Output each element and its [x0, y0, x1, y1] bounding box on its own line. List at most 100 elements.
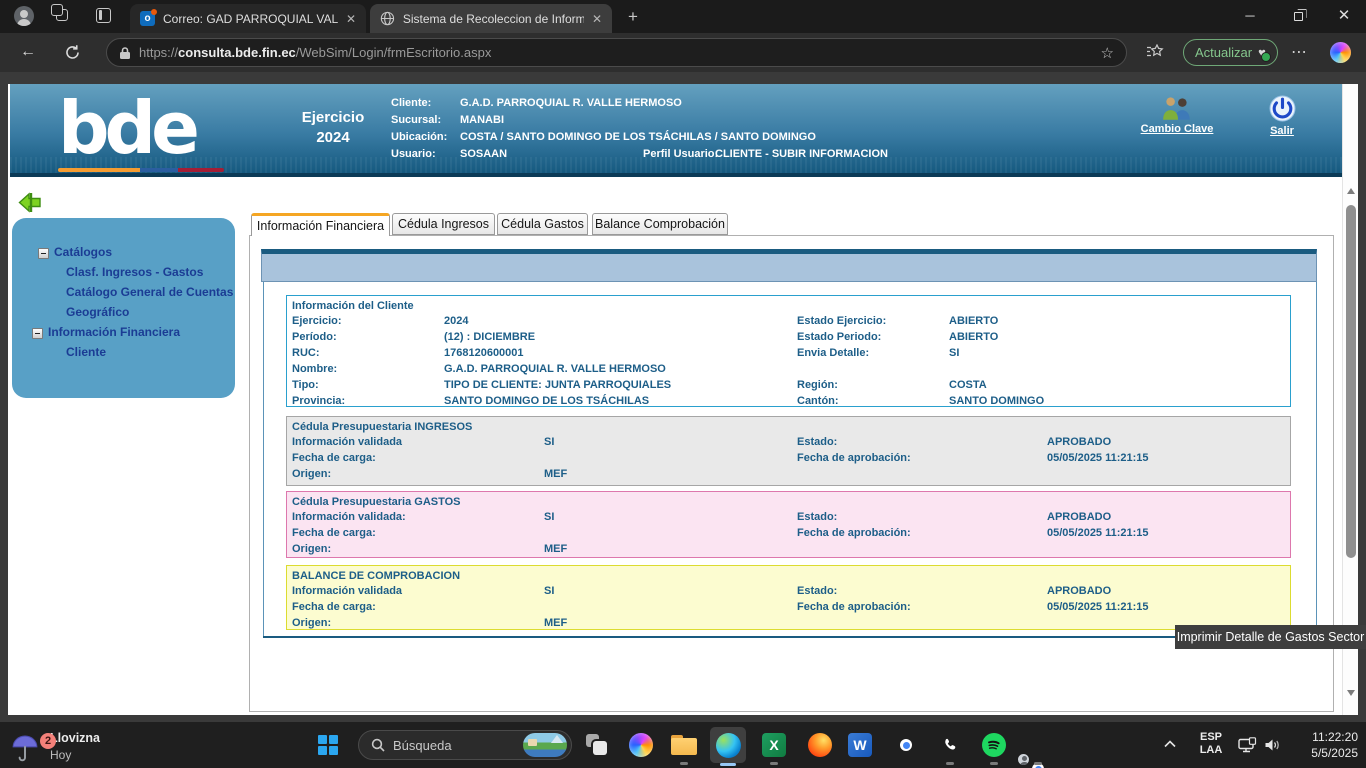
- start-button[interactable]: [318, 735, 338, 755]
- tab-correo[interactable]: o Correo: GAD PARROQUIAL VALLE ✕: [130, 4, 366, 33]
- page-scrollbar[interactable]: [1342, 84, 1358, 715]
- address-bar[interactable]: https://consulta.bde.fin.ec/WebSim/Login…: [106, 38, 1127, 67]
- toolbar-bar: [261, 249, 1317, 282]
- tab-title: Correo: GAD PARROQUIAL VALLE: [163, 12, 338, 26]
- word-button[interactable]: W: [848, 733, 872, 757]
- field-label: Tipo:: [292, 377, 444, 393]
- collapse-menu-icon[interactable]: [18, 192, 42, 213]
- field-label: Origen:: [292, 615, 544, 631]
- copilot-icon[interactable]: [1330, 42, 1351, 63]
- weather-widget[interactable]: 2 Llovizna Hoy: [12, 726, 152, 766]
- workspaces-icon[interactable]: [56, 9, 68, 21]
- weather-condition: Llovizna: [50, 731, 100, 745]
- restore-button[interactable]: [1276, 0, 1320, 32]
- edge-icon: [716, 733, 741, 758]
- field-label: [797, 466, 1047, 482]
- language-indicator[interactable]: ESP LAA: [1194, 731, 1228, 757]
- spotify-waves-icon: [982, 733, 1006, 757]
- app-indicator: [990, 762, 998, 765]
- field-label: Información validada: [292, 434, 544, 450]
- logout-link[interactable]: Salir: [1252, 95, 1312, 137]
- scroll-up-icon[interactable]: [1347, 188, 1355, 194]
- tab-balance-comprobacion[interactable]: Balance Comprobación: [592, 213, 728, 235]
- browser-profile-avatar[interactable]: [14, 6, 34, 26]
- scrollbar-thumb[interactable]: [1346, 205, 1356, 558]
- search-highlight-image[interactable]: [523, 733, 567, 757]
- field-value: [1047, 466, 1290, 482]
- edge-active-indicator: [720, 763, 736, 766]
- minimize-button[interactable]: ─: [1228, 0, 1272, 32]
- copilot-taskbar-icon[interactable]: [629, 733, 653, 757]
- field-label: Región:: [797, 377, 949, 393]
- power-icon: [1269, 95, 1296, 122]
- tray-clock[interactable]: 11:22:20 5/5/2025: [1293, 729, 1358, 761]
- field-value: 05/05/2025 11:21:15: [1047, 599, 1290, 615]
- app-indicator: [770, 762, 778, 765]
- field-label: Nombre:: [292, 361, 444, 377]
- edge-browser-button-active[interactable]: [710, 727, 746, 763]
- sidebar-item-catalogos[interactable]: Catálogos: [54, 245, 112, 259]
- web-page: bde Ejercicio2024 Cliente:G.A.D. PARROQU…: [8, 84, 1358, 715]
- spotify-button[interactable]: [982, 733, 1006, 757]
- section-grid: Información validadaSIEstado:APROBADO Fe…: [287, 583, 1290, 631]
- browser-menu-icon[interactable]: ⋯: [1291, 42, 1308, 62]
- favorite-star-icon[interactable]: ☆: [1101, 44, 1114, 62]
- field-value: SI: [544, 509, 797, 525]
- field-value: 05/05/2025 11:21:15: [1047, 525, 1290, 541]
- tray-chevron-icon[interactable]: [1164, 740, 1176, 748]
- collapse-node-icon[interactable]: [38, 248, 49, 259]
- new-tab-button[interactable]: +: [622, 6, 644, 28]
- lang-line2: LAA: [1200, 744, 1223, 756]
- refresh-icon[interactable]: [64, 44, 81, 61]
- change-password-label[interactable]: Cambio Clave: [1132, 123, 1222, 135]
- field-label: Cantón:: [797, 393, 949, 409]
- field-label: Provincia:: [292, 393, 444, 409]
- field-value: APROBADO: [1047, 583, 1290, 599]
- field-label: Fecha de aprobación:: [797, 599, 1047, 615]
- firefox-button[interactable]: [808, 733, 832, 757]
- tab-actions-icon[interactable]: [96, 8, 111, 23]
- panel-border-right: [1316, 282, 1317, 638]
- tab-cedula-gastos[interactable]: Cédula Gastos: [497, 213, 588, 235]
- back-icon[interactable]: ←: [20, 43, 36, 61]
- field-label: Estado:: [797, 509, 1047, 525]
- tab-sistema-active[interactable]: Sistema de Recoleccion de Inform ✕: [370, 4, 612, 33]
- network-icon[interactable]: [1238, 737, 1257, 753]
- header-branch-row: Sucursal:MANABI: [391, 114, 504, 126]
- tab-cedula-ingresos[interactable]: Cédula Ingresos: [392, 213, 495, 235]
- field-label: Estado:: [797, 434, 1047, 450]
- actualizar-label: Actualizar: [1195, 45, 1252, 60]
- weather-alert-badge: 2: [40, 733, 56, 749]
- field-value: TIPO DE CLIENTE: JUNTA PARROQUIALES: [444, 377, 797, 393]
- field-label: RUC:: [292, 345, 444, 361]
- app-indicator: [680, 762, 688, 765]
- tab-informacion-financiera[interactable]: Información Financiera: [251, 213, 390, 236]
- excel-button[interactable]: X: [762, 733, 786, 757]
- tab-close-icon[interactable]: ✕: [346, 13, 356, 25]
- field-value: ABIERTO: [949, 313, 1290, 329]
- lang-line1: ESP: [1200, 731, 1222, 743]
- change-password-link[interactable]: Cambio Clave: [1132, 96, 1222, 135]
- favorites-bar-icon[interactable]: [1146, 44, 1164, 60]
- close-button[interactable]: ✕: [1322, 0, 1366, 32]
- sidebar-item-cliente[interactable]: Cliente: [66, 345, 106, 359]
- search-icon: [371, 738, 385, 752]
- sidebar-item-geografico[interactable]: Geográfico: [66, 305, 129, 319]
- scroll-down-icon[interactable]: [1347, 690, 1355, 696]
- taskbar-search[interactable]: Búsqueda: [358, 730, 572, 760]
- logout-label[interactable]: Salir: [1252, 125, 1312, 137]
- section-title: Cédula Presupuestaria GASTOS: [287, 492, 1290, 509]
- collapse-node-icon[interactable]: [32, 328, 43, 339]
- actualizar-button[interactable]: Actualizar ♥: [1183, 39, 1278, 66]
- sidebar-item-clasf-ingresos-gastos[interactable]: Clasf. Ingresos - Gastos: [66, 265, 203, 279]
- field-value: MEF: [544, 615, 797, 631]
- sidebar-item-catalogo-general-cuentas[interactable]: Catálogo General de Cuentas: [66, 285, 233, 299]
- tray-time: 11:22:20: [1312, 730, 1358, 744]
- field-value: 2024: [444, 313, 797, 329]
- tab-title: Sistema de Recoleccion de Inform: [403, 12, 584, 26]
- sidebar-item-informacion-financiera[interactable]: Información Financiera: [48, 325, 180, 339]
- field-label: Fecha de carga:: [292, 525, 544, 541]
- tab-close-icon[interactable]: ✕: [592, 13, 602, 25]
- volume-icon[interactable]: [1264, 738, 1281, 752]
- field-value: SANTO DOMINGO: [949, 393, 1290, 409]
